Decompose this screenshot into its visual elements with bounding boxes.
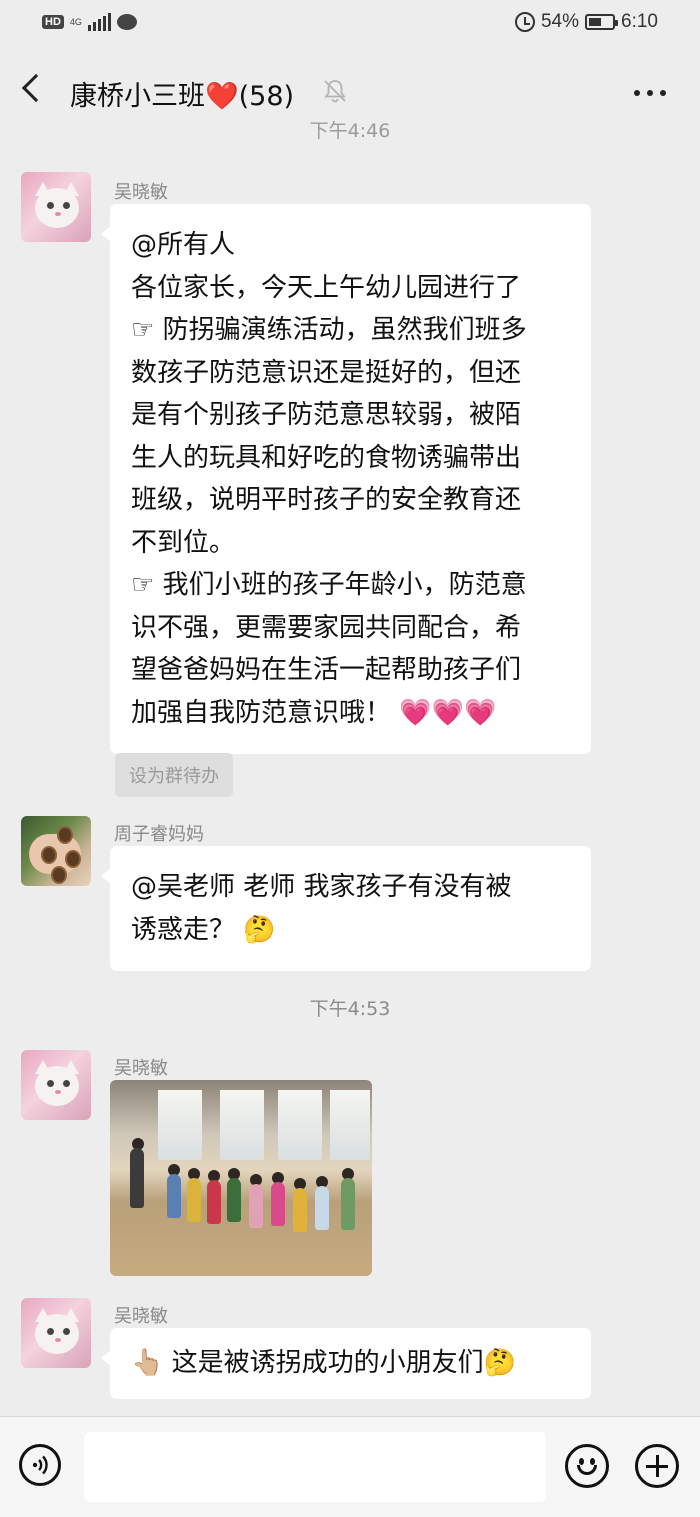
emoji-eye — [590, 1458, 595, 1465]
message-line: 是有个别孩子防范意思较弱，被陌 — [131, 400, 522, 430]
set-group-todo-button[interactable]: 设为群待办 — [115, 753, 233, 797]
hd-icon: HD — [42, 15, 64, 29]
message-bubble[interactable]: 👆🏼 这是被诱拐成功的小朋友们🤔 — [101, 1328, 591, 1399]
clock: 6:10 — [621, 11, 658, 32]
photo-message[interactable] — [110, 1080, 372, 1276]
voice-icon — [32, 1455, 48, 1475]
input-bar — [0, 1416, 700, 1517]
bell-off-icon — [324, 80, 346, 103]
status-left: HD 4G — [42, 13, 137, 31]
time-divider: 下午4:53 — [309, 998, 391, 1020]
avatar-wu-xiaomin[interactable] — [21, 1298, 91, 1368]
battery-icon — [585, 14, 619, 30]
message-line: @吴老师 老师 我家孩子有没有被 — [131, 872, 512, 902]
message-line: ☞ 防拐骗演练活动，虽然我们班多 — [131, 315, 527, 345]
message-line: 望爸爸妈妈在生活一起帮助孩子们 — [131, 655, 522, 685]
network-label: 4G — [69, 16, 82, 27]
sender-name: 吴晓敏 — [114, 1058, 168, 1079]
message-bubble[interactable]: @所有人 各位家长，今天上午幼儿园进行了 ☞ 防拐骗演练活动，虽然我们班多 数孩… — [101, 204, 591, 754]
message-line: ☞ 我们小班的孩子年龄小，防范意 — [131, 570, 527, 600]
message-line: 不到位。 — [131, 527, 236, 558]
avatar-zhou-zirui-mom[interactable] — [21, 816, 91, 886]
message-line: 诱惑走？ 🤔 — [131, 914, 276, 945]
message-line: 👆🏼 这是被诱拐成功的小朋友们🤔 — [131, 1348, 517, 1378]
alarm-icon — [514, 12, 535, 32]
avatar-wu-xiaomin[interactable] — [21, 172, 91, 242]
sender-name: 周子睿妈妈 — [114, 824, 204, 845]
plus-button[interactable] — [635, 1444, 679, 1488]
message-line: @所有人 — [131, 230, 236, 260]
message-input[interactable] — [84, 1432, 546, 1502]
message-line: 识不强，更需要家园共同配合，希 — [131, 612, 522, 643]
avatar-wu-xiaomin[interactable] — [21, 1050, 91, 1120]
message-notification-icon — [116, 14, 137, 30]
status-right: 54% 6:10 — [514, 11, 658, 33]
message-bubble[interactable]: @吴老师 老师 我家孩子有没有被 诱惑走？ 🤔 — [101, 846, 591, 971]
more-button[interactable] — [634, 90, 666, 96]
status-bar: HD 4G 54% 6:10 — [0, 0, 700, 48]
more-dot — [660, 90, 666, 96]
message-line: 加强自我防范意识哦！ 💗💗💗 — [131, 697, 497, 728]
emoji-mouth — [577, 1465, 597, 1475]
chat-list[interactable]: 下午4:46 吴晓敏 @所有人 各位家长，今天上午幼儿园进行了 ☞ 防拐骗演练活… — [0, 106, 700, 1416]
signal-icon — [87, 13, 111, 31]
battery-percent: 54% — [540, 11, 580, 32]
more-dots-icon — [634, 90, 640, 96]
voice-button[interactable] — [19, 1444, 61, 1486]
message-line: 生人的玩具和好吃的食物诱骗带出 — [131, 442, 522, 473]
message-line: 班级，说明平时孩子的安全教育还 — [131, 485, 522, 515]
sender-name: 吴晓敏 — [114, 1306, 168, 1327]
sender-name: 吴晓敏 — [114, 182, 168, 203]
message-line: 各位家长，今天上午幼儿园进行了 — [131, 272, 522, 303]
time-divider-partial: 下午4:46 — [309, 120, 391, 142]
message-line: 数孩子防范意识还是挺好的，但还 — [131, 357, 522, 388]
chevron-left-icon — [21, 73, 51, 103]
more-dot — [647, 90, 653, 96]
emoji-icon — [579, 1458, 584, 1465]
emoji-button[interactable] — [565, 1444, 609, 1488]
